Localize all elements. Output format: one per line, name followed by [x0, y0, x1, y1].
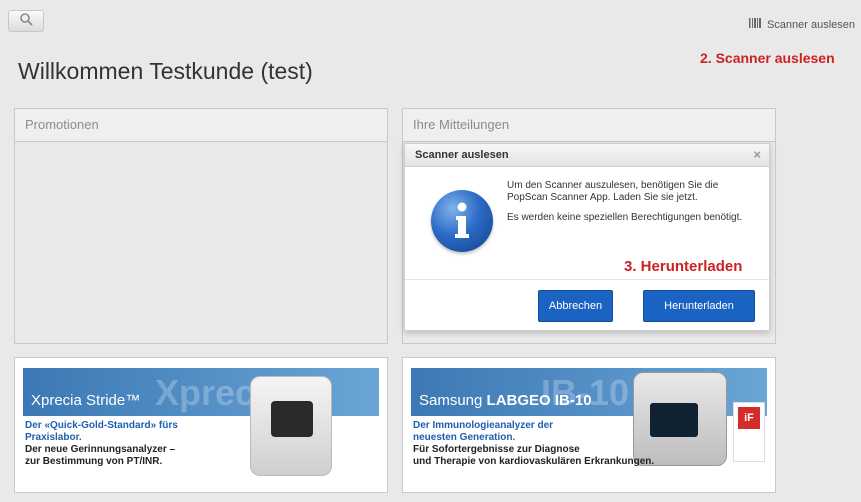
- if-logo: iF: [738, 407, 760, 429]
- dialog-title: Scanner auslesen: [415, 149, 509, 161]
- search-button[interactable]: [8, 10, 44, 32]
- promotions-panel-title: Promotionen: [15, 109, 387, 142]
- banner-text: Der «Quick-Gold-Standard» fürs Praxislab…: [25, 420, 178, 468]
- banner-text: Der Immunologieanalyzer der neuesten Gen…: [413, 420, 654, 468]
- close-icon[interactable]: ×: [753, 144, 761, 166]
- promotions-panel: Promotionen: [14, 108, 388, 344]
- banner-line: neuesten Generation.: [413, 432, 516, 443]
- annotation-step-3: 3. Herunterladen: [624, 258, 743, 275]
- scanner-link-label: Scanner auslesen: [766, 18, 855, 31]
- banner-line: Der Immunologieanalyzer der: [413, 420, 554, 431]
- scanner-dialog: Scanner auslesen × Um den Scanner auszul…: [404, 143, 770, 331]
- banner-watermark: Xprec: [155, 372, 256, 413]
- info-icon: [431, 190, 493, 252]
- page-title: Willkommen Testkunde (test): [18, 58, 313, 84]
- device-screen: [650, 403, 698, 437]
- annotation-step-2: 2. Scanner auslesen: [700, 50, 835, 66]
- device-screen: [271, 401, 313, 437]
- messages-panel-title: Ihre Mitteilungen: [403, 109, 775, 142]
- barcode-icon: [748, 18, 761, 31]
- dialog-message: Um den Scanner auszulesen, benötigen Sie…: [507, 180, 757, 232]
- banner-line: und Therapie von kardiovaskulären Erkran…: [413, 456, 655, 467]
- scanner-auslesen-link[interactable]: Scanner auslesen: [748, 18, 855, 31]
- if-design-award-badge: iF: [733, 402, 765, 462]
- banner-line: zur Bestimmung von PT/INR.: [25, 456, 163, 467]
- cancel-button[interactable]: Abbrechen: [538, 290, 613, 322]
- banner-title: Xprecia Stride™: [31, 392, 141, 409]
- banner-line: Für Sofortergebnisse zur Diagnose: [413, 444, 580, 455]
- dialog-divider: [405, 279, 769, 280]
- dialog-message-line-1: Um den Scanner auszulesen, benötigen Sie…: [507, 180, 719, 203]
- promo-banner-xprecia[interactable]: Xprec Xprecia Stride™ Der «Quick-Gold-St…: [14, 357, 388, 493]
- banner-line: Der neue Gerinnungsanalyzer –: [25, 444, 176, 455]
- banner-title-product: LABGEO IB-10: [486, 392, 592, 409]
- promo-banner-labgeo[interactable]: IB-10 Samsung LABGEO IB-10 iF Der Immuno…: [402, 357, 776, 493]
- banner-title-prefix: Samsung: [419, 392, 487, 409]
- download-button[interactable]: Herunterladen: [643, 290, 755, 322]
- banner-line: Praxislabor.: [25, 432, 82, 443]
- banner-title: Samsung LABGEO IB-10: [419, 392, 592, 409]
- banner-line: Der «Quick-Gold-Standard» fürs: [25, 420, 178, 431]
- xprecia-device-image: [250, 376, 332, 476]
- search-icon: [19, 12, 33, 31]
- dialog-header: Scanner auslesen ×: [405, 144, 769, 167]
- dialog-message-line-2: Es werden keine speziellen Berechtigunge…: [507, 212, 743, 223]
